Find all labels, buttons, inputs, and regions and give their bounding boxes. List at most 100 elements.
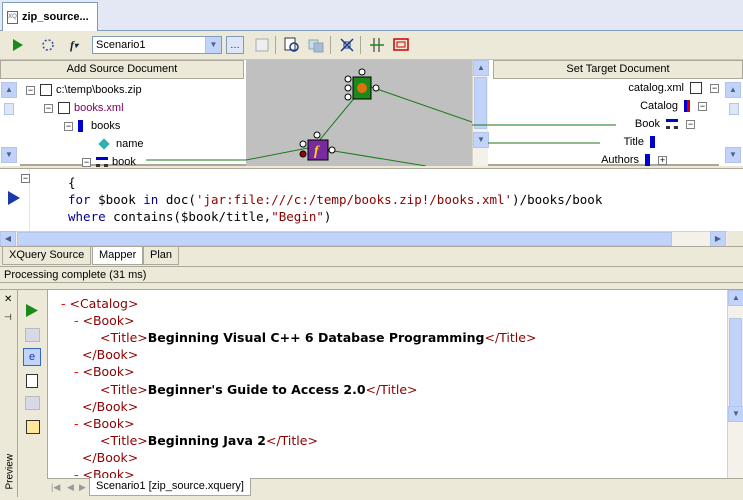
collapse-icon[interactable]: − bbox=[21, 174, 30, 183]
function-button[interactable]: f ▾ bbox=[64, 35, 84, 55]
xml-line: <Title>Beginning Visual C++ 6 Database P… bbox=[100, 329, 536, 346]
browse-icon: … bbox=[230, 39, 240, 51]
xml-line: - <Book> bbox=[74, 312, 135, 329]
xml-open: <Book> bbox=[82, 467, 135, 478]
fit-button[interactable] bbox=[391, 35, 411, 55]
run-icon[interactable] bbox=[26, 304, 38, 317]
preview-icon bbox=[255, 38, 269, 52]
run-icon bbox=[13, 39, 23, 51]
editor-gutter: − bbox=[0, 169, 30, 231]
prev-tab-icon[interactable]: ◀ bbox=[67, 482, 74, 493]
document-tab-label: zip_source... bbox=[22, 11, 89, 23]
xml-line: <Title>Beginning Java 2</Title> bbox=[100, 432, 318, 449]
scroll-left-icon[interactable]: ◀ bbox=[0, 231, 16, 247]
xml-text: Beginning Visual C++ 6 Database Programm… bbox=[147, 330, 485, 346]
pane-connectors bbox=[146, 124, 616, 161]
code-line: { bbox=[68, 174, 76, 191]
xml-open: </Book> bbox=[81, 449, 139, 465]
xml-open: <Book> bbox=[82, 364, 135, 380]
run-button[interactable] bbox=[8, 35, 28, 55]
browser-view-button[interactable]: e bbox=[23, 348, 41, 366]
document-tab[interactable]: XQ zip_source... bbox=[2, 2, 98, 31]
grid-button[interactable] bbox=[367, 35, 387, 55]
code-token: where bbox=[68, 209, 106, 224]
pin-icon[interactable]: ⊣ bbox=[4, 312, 12, 323]
toolbar-separator bbox=[360, 36, 361, 54]
preview-side-label: Preview bbox=[4, 453, 16, 490]
code-token: in bbox=[143, 192, 159, 207]
code-token: )/books/book bbox=[512, 192, 603, 207]
preview-panel: ✕ ⊣ Preview e - <Catalog> - <Book> <Title>… bbox=[0, 289, 743, 500]
toolbar: f ▾ Scenario1 ▼ … bbox=[0, 31, 743, 60]
preview-side-bar: ✕ ⊣ Preview bbox=[0, 290, 18, 497]
xml-line: - <Catalog> bbox=[61, 295, 138, 312]
xml-open: </Book> bbox=[81, 347, 139, 363]
zoom-button[interactable] bbox=[306, 35, 326, 55]
first-tab-icon[interactable]: |◀ bbox=[51, 482, 60, 493]
zoom-icon bbox=[308, 39, 324, 53]
current-line-arrow-icon bbox=[8, 191, 20, 205]
save-icon[interactable] bbox=[26, 420, 40, 434]
xml-text: Beginner's Guide to Access 2.0 bbox=[147, 381, 366, 397]
next-tab-icon[interactable]: ▶ bbox=[79, 482, 86, 493]
tab-mapper[interactable]: Mapper bbox=[92, 247, 144, 265]
text-view-icon[interactable] bbox=[26, 374, 38, 388]
find-button[interactable] bbox=[282, 35, 302, 55]
xml-close: </Title> bbox=[484, 330, 537, 346]
center-icon bbox=[340, 38, 354, 52]
xquery-file-icon: XQ bbox=[7, 10, 18, 24]
xml-close: </Title> bbox=[365, 381, 418, 397]
view-tabs: XQuery Source Mapper Plan bbox=[0, 246, 743, 266]
toolbar-separator bbox=[330, 36, 331, 54]
browser-icon: e bbox=[28, 351, 36, 363]
preview-scrollbar[interactable]: ▲ ▼ bbox=[727, 290, 743, 478]
xml-preview[interactable]: - <Catalog> - <Book> <Title>Beginning Visu… bbox=[47, 290, 727, 478]
mapper-area: Add Source Document ▲ ▼ − c:\temp\books.… bbox=[0, 60, 743, 168]
xml-close: </Title> bbox=[266, 432, 318, 448]
tab-plan[interactable]: Plan bbox=[143, 247, 180, 265]
editor-horizontal-scrollbar[interactable]: ◀ ▶ bbox=[0, 231, 727, 247]
preview-tab[interactable]: Scenario1 [zip_source.xquery] bbox=[89, 478, 251, 496]
scroll-down-icon[interactable]: ▼ bbox=[728, 406, 743, 422]
grid-icon bbox=[370, 38, 384, 52]
code-token: contains($book/title, bbox=[105, 209, 272, 224]
debug-icon bbox=[42, 39, 54, 51]
xml-open: <Title> bbox=[100, 381, 148, 397]
xquery-editor[interactable]: − { for $book in doc('jar:file:///c:/tem… bbox=[0, 168, 743, 247]
code-line: where contains($book/title,"Begin") bbox=[68, 208, 331, 225]
xml-line: <Title>Beginner's Guide to Access 2.0</T… bbox=[100, 381, 417, 398]
scroll-right-icon[interactable]: ▶ bbox=[710, 231, 726, 247]
xml-dash[interactable] bbox=[74, 399, 82, 414]
xml-dash[interactable] bbox=[74, 347, 82, 362]
xml-line: - <Book> bbox=[74, 415, 135, 432]
xml-open: </Book> bbox=[81, 398, 139, 414]
close-icon[interactable]: ✕ bbox=[4, 294, 12, 305]
scroll-thumb[interactable] bbox=[17, 232, 672, 246]
xml-line: </Book> bbox=[74, 449, 138, 466]
xml-dash[interactable] bbox=[74, 450, 82, 465]
code-token: doc( bbox=[158, 192, 196, 207]
xml-open: <Title> bbox=[100, 330, 148, 346]
xml-text: Beginning Java 2 bbox=[147, 432, 266, 448]
scroll-up-icon[interactable]: ▲ bbox=[728, 290, 743, 306]
debug-button[interactable] bbox=[38, 35, 58, 55]
xml-line: </Book> bbox=[74, 346, 138, 363]
scroll-thumb[interactable] bbox=[729, 318, 742, 413]
code-token: $book bbox=[90, 192, 144, 207]
scenario-select[interactable]: Scenario1 ▼ bbox=[92, 36, 222, 54]
xml-open: <Title> bbox=[100, 432, 148, 448]
xml-line: </Book> bbox=[74, 398, 138, 415]
center-button[interactable] bbox=[337, 35, 357, 55]
browse-button[interactable]: … bbox=[226, 36, 244, 54]
tab-xquery-source[interactable]: XQuery Source bbox=[2, 247, 92, 265]
export-icon[interactable] bbox=[25, 396, 40, 410]
chevron-down-icon[interactable]: ▼ bbox=[205, 37, 221, 53]
xml-open: <Book> bbox=[82, 313, 135, 329]
preview-button[interactable] bbox=[252, 35, 272, 55]
status-text: Processing complete (31 ms) bbox=[0, 266, 743, 283]
preview-toolbar: e bbox=[18, 290, 47, 478]
grid-view-icon[interactable] bbox=[25, 328, 40, 342]
fit-icon bbox=[393, 38, 409, 51]
code-line: for $book in doc('jar:file:///c:/temp/bo… bbox=[68, 191, 602, 208]
toolbar-separator bbox=[275, 36, 276, 54]
